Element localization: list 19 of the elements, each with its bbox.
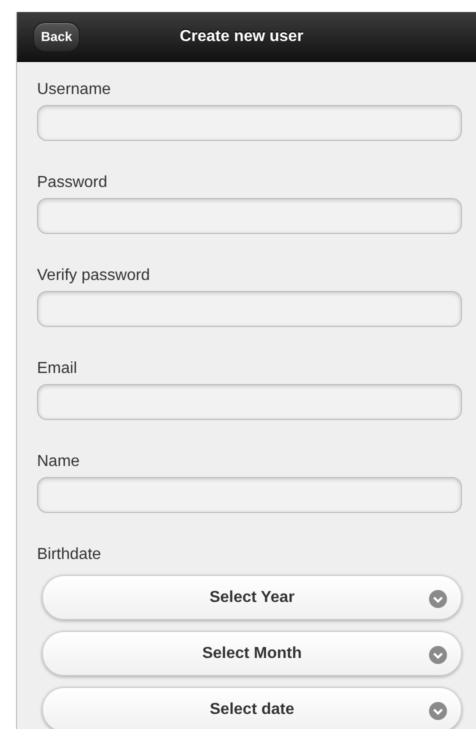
select-dropdown[interactable]: Select date: [42, 687, 462, 729]
field-label: Verify password: [37, 266, 151, 286]
input-field[interactable]: [37, 477, 462, 513]
select-dropdown[interactable]: Select Month: [42, 631, 462, 676]
back-button[interactable]: Back: [33, 22, 80, 52]
input-field[interactable]: [37, 105, 462, 141]
input-field[interactable]: [37, 291, 462, 327]
field-label: Birthdate: [37, 545, 102, 565]
field-label: Username: [37, 80, 112, 100]
input-field[interactable]: [37, 198, 462, 234]
select-dropdown[interactable]: Select Year: [42, 575, 462, 620]
input-field[interactable]: [37, 384, 462, 420]
page-title: Create new user: [180, 26, 304, 46]
chevron-down-icon: [429, 646, 447, 664]
field-label: Password: [37, 173, 108, 193]
field-label: Name: [37, 452, 81, 472]
field-label: Email: [37, 359, 78, 379]
chevron-down-icon: [429, 702, 447, 720]
chevron-down-icon: [429, 590, 447, 608]
